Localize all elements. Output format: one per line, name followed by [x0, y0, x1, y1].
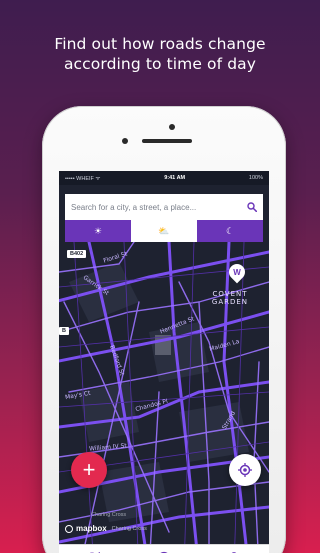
- headline-line-1: Find out how roads change: [54, 35, 266, 53]
- sun-cloud-icon: ⛅: [158, 225, 170, 236]
- add-button[interactable]: +: [71, 452, 107, 488]
- sensor-dot: [122, 138, 128, 144]
- toggle-day[interactable]: ⛅: [131, 220, 197, 242]
- status-time: 9:41 AM: [164, 175, 186, 181]
- tab-bar: [59, 544, 269, 553]
- phone-mockup: ••••• WHEIF ᯤ 9:41 AM 100% B402 B Floral…: [42, 106, 286, 553]
- search-input[interactable]: [71, 202, 247, 212]
- map-view[interactable]: B402 B Floral St Garrick St Henrietta St…: [59, 242, 269, 553]
- toggle-morning[interactable]: ☀: [65, 220, 131, 242]
- tab-map[interactable]: [79, 547, 109, 553]
- tab-profile[interactable]: [219, 547, 249, 553]
- mapbox-attribution[interactable]: mapbox Charing Cross: [65, 524, 147, 533]
- crosshair-icon: [238, 463, 252, 477]
- tab-history[interactable]: [149, 547, 179, 553]
- attribution-text: Charing Cross: [111, 525, 147, 532]
- mapbox-logo-icon: [65, 524, 73, 533]
- place-label: Charing Cross: [91, 512, 127, 518]
- plus-icon: +: [82, 457, 96, 482]
- road-badge-side: B: [59, 327, 69, 335]
- status-carrier: ••••• WHEIF ᯤ: [65, 176, 101, 182]
- search-bar[interactable]: [65, 194, 263, 220]
- location-pin-icon[interactable]: W: [225, 260, 249, 284]
- district-line-2: GARDEN: [211, 298, 249, 306]
- district-label: COVENT GARDEN: [195, 290, 265, 306]
- toggle-night[interactable]: ☾: [197, 220, 263, 242]
- app-screen: ••••• WHEIF ᯤ 9:41 AM 100% B402 B Floral…: [59, 171, 269, 553]
- status-battery: 100%: [248, 175, 263, 181]
- mapbox-logo-text: mapbox: [76, 524, 107, 533]
- moon-icon: ☾: [225, 225, 235, 236]
- time-of-day-toggle: ☀ ⛅ ☾: [65, 220, 263, 242]
- status-bar: ••••• WHEIF ᯤ 9:41 AM 100%: [59, 171, 269, 185]
- camera-dot: [169, 124, 175, 130]
- earpiece-speaker: [142, 139, 192, 143]
- headline: Find out how roads change according to t…: [0, 34, 320, 74]
- sun-icon: ☀: [93, 225, 103, 236]
- locate-me-button[interactable]: [229, 454, 261, 486]
- road-badge-b402: B402: [67, 250, 87, 258]
- district-line-1: COVENT: [212, 290, 248, 298]
- headline-line-2: according to time of day: [63, 55, 257, 73]
- search-icon[interactable]: [247, 202, 257, 212]
